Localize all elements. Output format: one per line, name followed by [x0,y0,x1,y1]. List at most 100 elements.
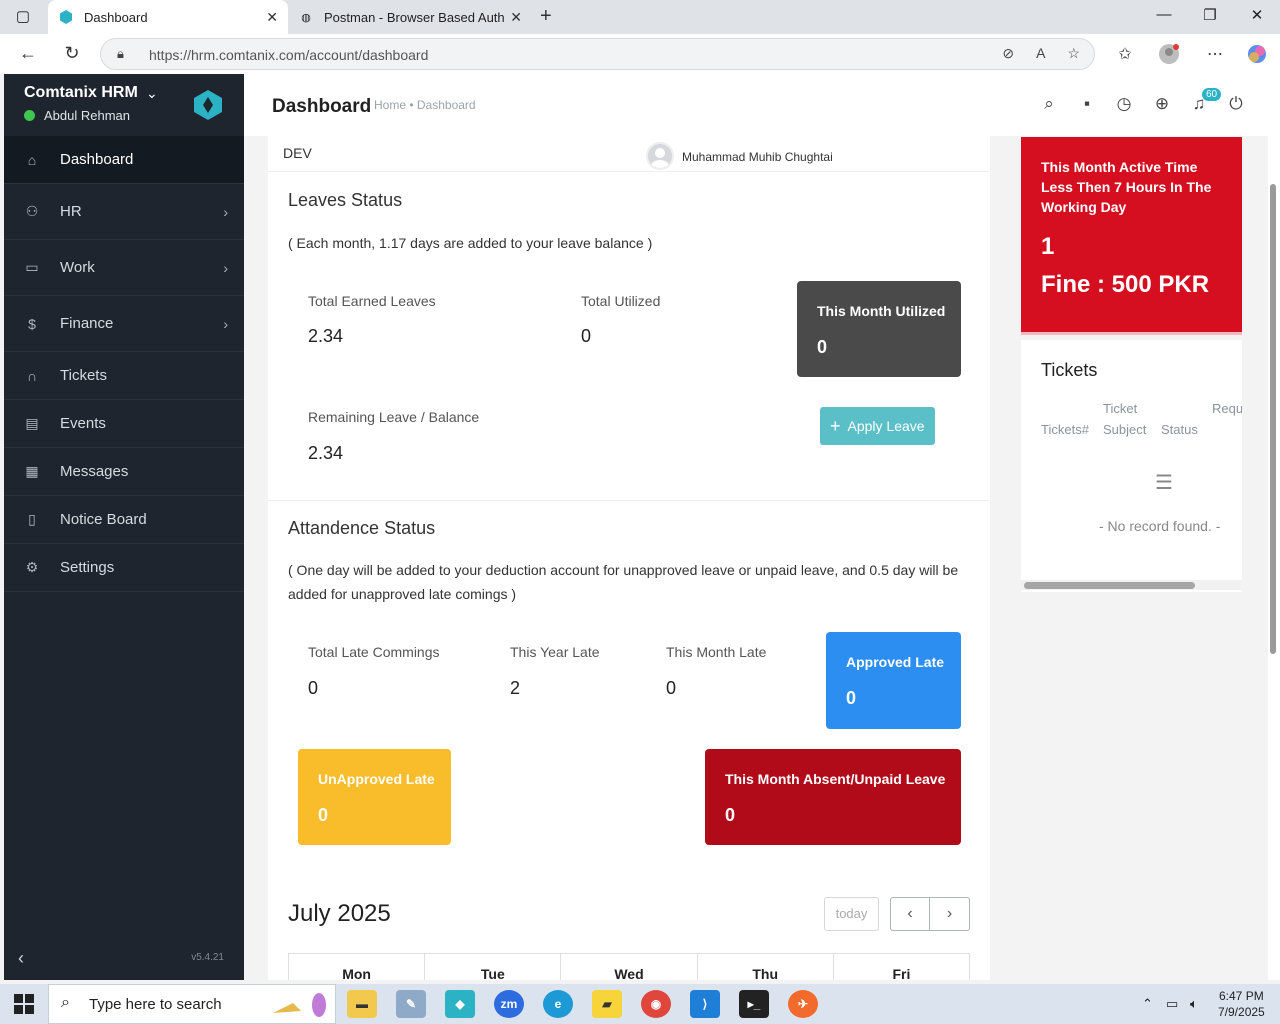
sidebar-item-tickets[interactable]: ∩ Tickets [4,352,244,400]
calendar-month-title: July 2025 [288,900,391,927]
sidebar-item-notice-board[interactable]: ▯ Notice Board [4,496,244,544]
attendance-status-title: Attandence Status [288,518,436,538]
column-header-subject-top[interactable]: Ticket [1103,401,1137,416]
brand-name[interactable]: Comtanix HRM [24,84,138,102]
breadcrumb[interactable]: Home • Dashboard [374,98,476,112]
collapse-sidebar-icon[interactable]: ‹ [18,948,24,969]
month-late-value: 0 [666,678,677,698]
tracking-icon[interactable]: ⊘ [1002,45,1014,62]
fine-amount: Fine : 500 PKR [1041,271,1210,298]
sticky-notes-icon[interactable]: ▰ [592,990,622,1018]
remaining-leave-value: 2.34 [308,443,344,463]
hrm-app-icon[interactable]: ◆ [445,990,475,1018]
sidebar-item-hr[interactable]: ⚇ HR › [4,184,244,240]
terminal-icon[interactable]: ▸_ [739,990,769,1018]
sidebar-item-messages[interactable]: ▦ Messages [4,448,244,496]
close-tab-icon[interactable]: ✕ [510,9,522,26]
sidebar-item-dashboard[interactable]: ⌂ Dashboard [4,136,244,184]
tickets-horizontal-scrollbar[interactable] [1021,580,1242,590]
network-icon[interactable]: ▭ [1166,996,1178,1012]
sidebar-item-events[interactable]: ▤ Events [4,400,244,448]
refresh-icon[interactable]: ↻ [60,43,84,64]
site-favicon-icon [58,9,74,25]
sticky-note-icon[interactable]: ▪ [1076,94,1098,114]
apply-leave-label: Apply Leave [847,418,925,434]
prev-month-button[interactable]: ‹ [890,897,930,931]
total-utilized-value: 0 [581,326,592,346]
windows-start-icon[interactable] [14,994,34,1014]
sidebar-item-label: Finance [60,315,114,332]
close-window-icon[interactable]: ✕ [1245,6,1269,24]
minimize-icon[interactable]: — [1152,6,1176,23]
new-tab-icon[interactable]: + [540,5,552,28]
globe-icon: ◍ [301,11,311,24]
today-button[interactable]: today [824,897,879,931]
back-icon[interactable]: ← [16,43,40,64]
column-header-subject[interactable]: Subject [1103,422,1146,437]
dollar-icon: $ [28,315,36,332]
briefcase-icon: ▭ [25,259,39,275]
tray-expand-icon[interactable]: ⌃ [1142,996,1153,1012]
tab-dashboard[interactable]: Dashboard ✕ [48,0,288,34]
chrome-icon[interactable]: ◉ [641,990,671,1018]
sidebar-item-finance[interactable]: $ Finance › [4,296,244,352]
total-earned-label: Total Earned Leaves [308,293,436,309]
read-aloud-icon[interactable]: A [1036,45,1045,62]
column-header-requester[interactable]: Requ [1212,401,1242,416]
next-month-button[interactable]: › [930,897,970,931]
sidebar-item-work[interactable]: ▭ Work › [4,240,244,296]
manager-name[interactable]: Muhammad Muhib Chughtai [682,150,833,164]
close-tab-icon[interactable]: ✕ [266,9,278,26]
clock-icon[interactable]: ◷ [1113,94,1135,114]
chevron-down-icon[interactable]: ⌄ [146,85,158,102]
add-circle-icon[interactable]: ⊕ [1151,94,1173,114]
notification-badge: 60 [1202,88,1222,101]
tickets-title: Tickets [1041,360,1098,380]
zoom-icon[interactable]: zm [494,990,524,1018]
tickets-scrollbar-thumb[interactable] [1024,582,1195,589]
column-header-status[interactable]: Status [1161,422,1198,437]
apply-leave-button[interactable]: + Apply Leave [820,407,935,445]
sidebar-item-label: Settings [60,559,115,576]
restore-icon[interactable]: ❐ [1198,6,1222,24]
department-row: DEV Muhammad Muhib Chughtai [268,136,990,172]
month-utilized-value: 0 [817,337,828,357]
page-scrollbar-thumb[interactable] [1270,184,1276,654]
day-header: Mon [289,954,426,982]
tab-actions-icon[interactable]: ▢ [10,7,36,27]
paint-icon[interactable]: ✎ [396,990,426,1018]
taskbar-clock[interactable]: 6:47 PM 7/9/2025 [1218,988,1265,1020]
file-explorer-icon[interactable]: ▬ [347,990,377,1018]
power-icon[interactable]: ⏻ [1225,94,1247,114]
edge-icon[interactable]: e [543,990,573,1018]
absent-unpaid-label: This Month Absent/Unpaid Leave [725,771,946,787]
unapproved-late-value: 0 [318,805,329,825]
postman-icon[interactable]: ✈ [788,990,818,1018]
total-earned-value: 2.34 [308,326,344,346]
volume-icon[interactable]: 🔈︎ [1190,996,1198,1012]
page-scrollbar[interactable] [1268,74,1280,980]
windows-taskbar: ⌕ Type here to search ▬ ✎ ◆ zm e ▰ ◉ ⟩ ▸… [0,984,1280,1024]
favorites-icon[interactable]: ✩ [1114,44,1136,64]
sidebar-item-settings[interactable]: ⚙ Settings [4,544,244,592]
unapproved-late-card: UnApproved Late 0 [298,749,451,845]
taskbar-search-input[interactable]: ⌕ Type here to search [48,984,336,1024]
sidebar-item-label: Events [60,415,106,432]
fine-alert-text: This Month Active Time Less Then 7 Hours… [1041,159,1212,215]
favorite-star-icon[interactable]: ☆ [1067,45,1080,62]
column-header-ticket-no[interactable]: Tickets# [1041,422,1089,437]
sidebar-item-label: HR [60,203,82,220]
more-options-icon[interactable]: ⋯ [1204,44,1226,64]
avatar[interactable] [646,142,674,170]
plus-icon: + [830,415,841,436]
year-late-value: 2 [510,678,521,698]
search-icon[interactable]: ⌕ [1038,94,1060,114]
vscode-icon[interactable]: ⟩ [690,990,720,1018]
url-field[interactable]: 🔒︎ https://hrm.comtanix.com/account/dash… [100,38,1095,70]
chevron-right-icon: › [223,203,228,220]
profile-avatar-icon[interactable] [1158,44,1180,69]
copilot-icon[interactable] [1246,44,1268,69]
company-logo-icon[interactable] [192,90,224,120]
unapproved-late-label: UnApproved Late [318,771,435,787]
tab-postman[interactable]: ◍ Postman - Browser Based Auth ✕ [288,0,532,34]
